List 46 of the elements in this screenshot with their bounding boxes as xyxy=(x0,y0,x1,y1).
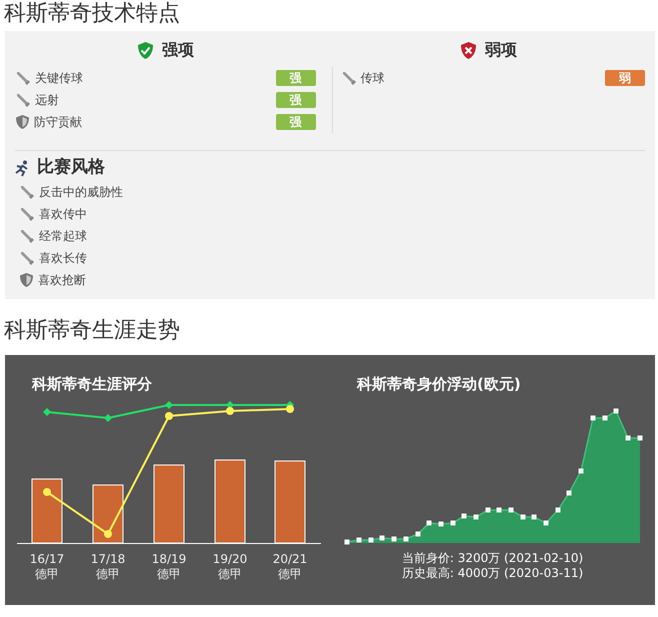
season-label: 17/18 xyxy=(90,552,126,566)
league-label: 德甲 xyxy=(35,567,59,581)
sword-icon xyxy=(19,206,35,222)
style-label: 喜欢抢断 xyxy=(38,272,86,289)
sword-icon xyxy=(19,250,35,266)
chart-title: 科斯蒂奇生涯评分 xyxy=(30,374,153,395)
style-label: 经常起球 xyxy=(39,228,87,245)
chart-title: 科斯蒂奇身价浮动(欧元) xyxy=(356,374,522,395)
column-heading: 弱项 xyxy=(484,39,517,61)
sword-icon xyxy=(19,228,35,244)
season-label: 19/20 xyxy=(212,552,248,566)
section-heading: 比赛风格 xyxy=(37,156,105,180)
sword-icon xyxy=(340,70,357,86)
shield-icon xyxy=(19,272,34,288)
current-value-text: 当前身价: 3200万 (2021-02-10) xyxy=(400,551,584,566)
season-label: 18/19 xyxy=(152,552,186,566)
section-title: 科斯蒂奇技术特点 xyxy=(4,0,181,28)
league-label: 德甲 xyxy=(157,567,181,581)
league-label: 德甲 xyxy=(218,567,242,581)
league-label: 德甲 xyxy=(96,567,120,581)
rating-tag: 强 xyxy=(276,114,316,130)
shield-check-icon xyxy=(136,40,154,60)
sword-icon xyxy=(15,70,31,86)
column-heading: 强项 xyxy=(162,39,194,61)
sword-icon xyxy=(15,92,31,108)
league-label: 德甲 xyxy=(278,567,302,581)
rating-tag: 强 xyxy=(276,92,316,108)
shield-icon xyxy=(15,114,30,130)
peak-value-text: 历史最高: 4000万 (2020-03-11) xyxy=(400,566,584,581)
feature-label: 关键传球 xyxy=(35,70,83,87)
section-title: 科斯蒂奇生涯走势 xyxy=(4,317,181,345)
rating-tag: 强 xyxy=(276,70,316,86)
chart-bar xyxy=(92,484,124,544)
feature-label: 远射 xyxy=(35,92,59,109)
style-label: 喜欢传中 xyxy=(39,206,87,223)
style-label: 反击中的威胁性 xyxy=(39,184,123,201)
shield-cross-icon xyxy=(460,40,477,60)
rating-tag: 弱 xyxy=(605,70,645,86)
sword-icon xyxy=(19,184,35,200)
season-label: 16/17 xyxy=(30,552,64,566)
season-label: 20/21 xyxy=(272,552,308,566)
feature-label: 防守贡献 xyxy=(34,114,82,131)
feature-label: 传球 xyxy=(360,70,385,87)
style-label: 喜欢长传 xyxy=(39,250,87,267)
chart-bar xyxy=(32,478,62,544)
runner-icon xyxy=(15,160,29,176)
